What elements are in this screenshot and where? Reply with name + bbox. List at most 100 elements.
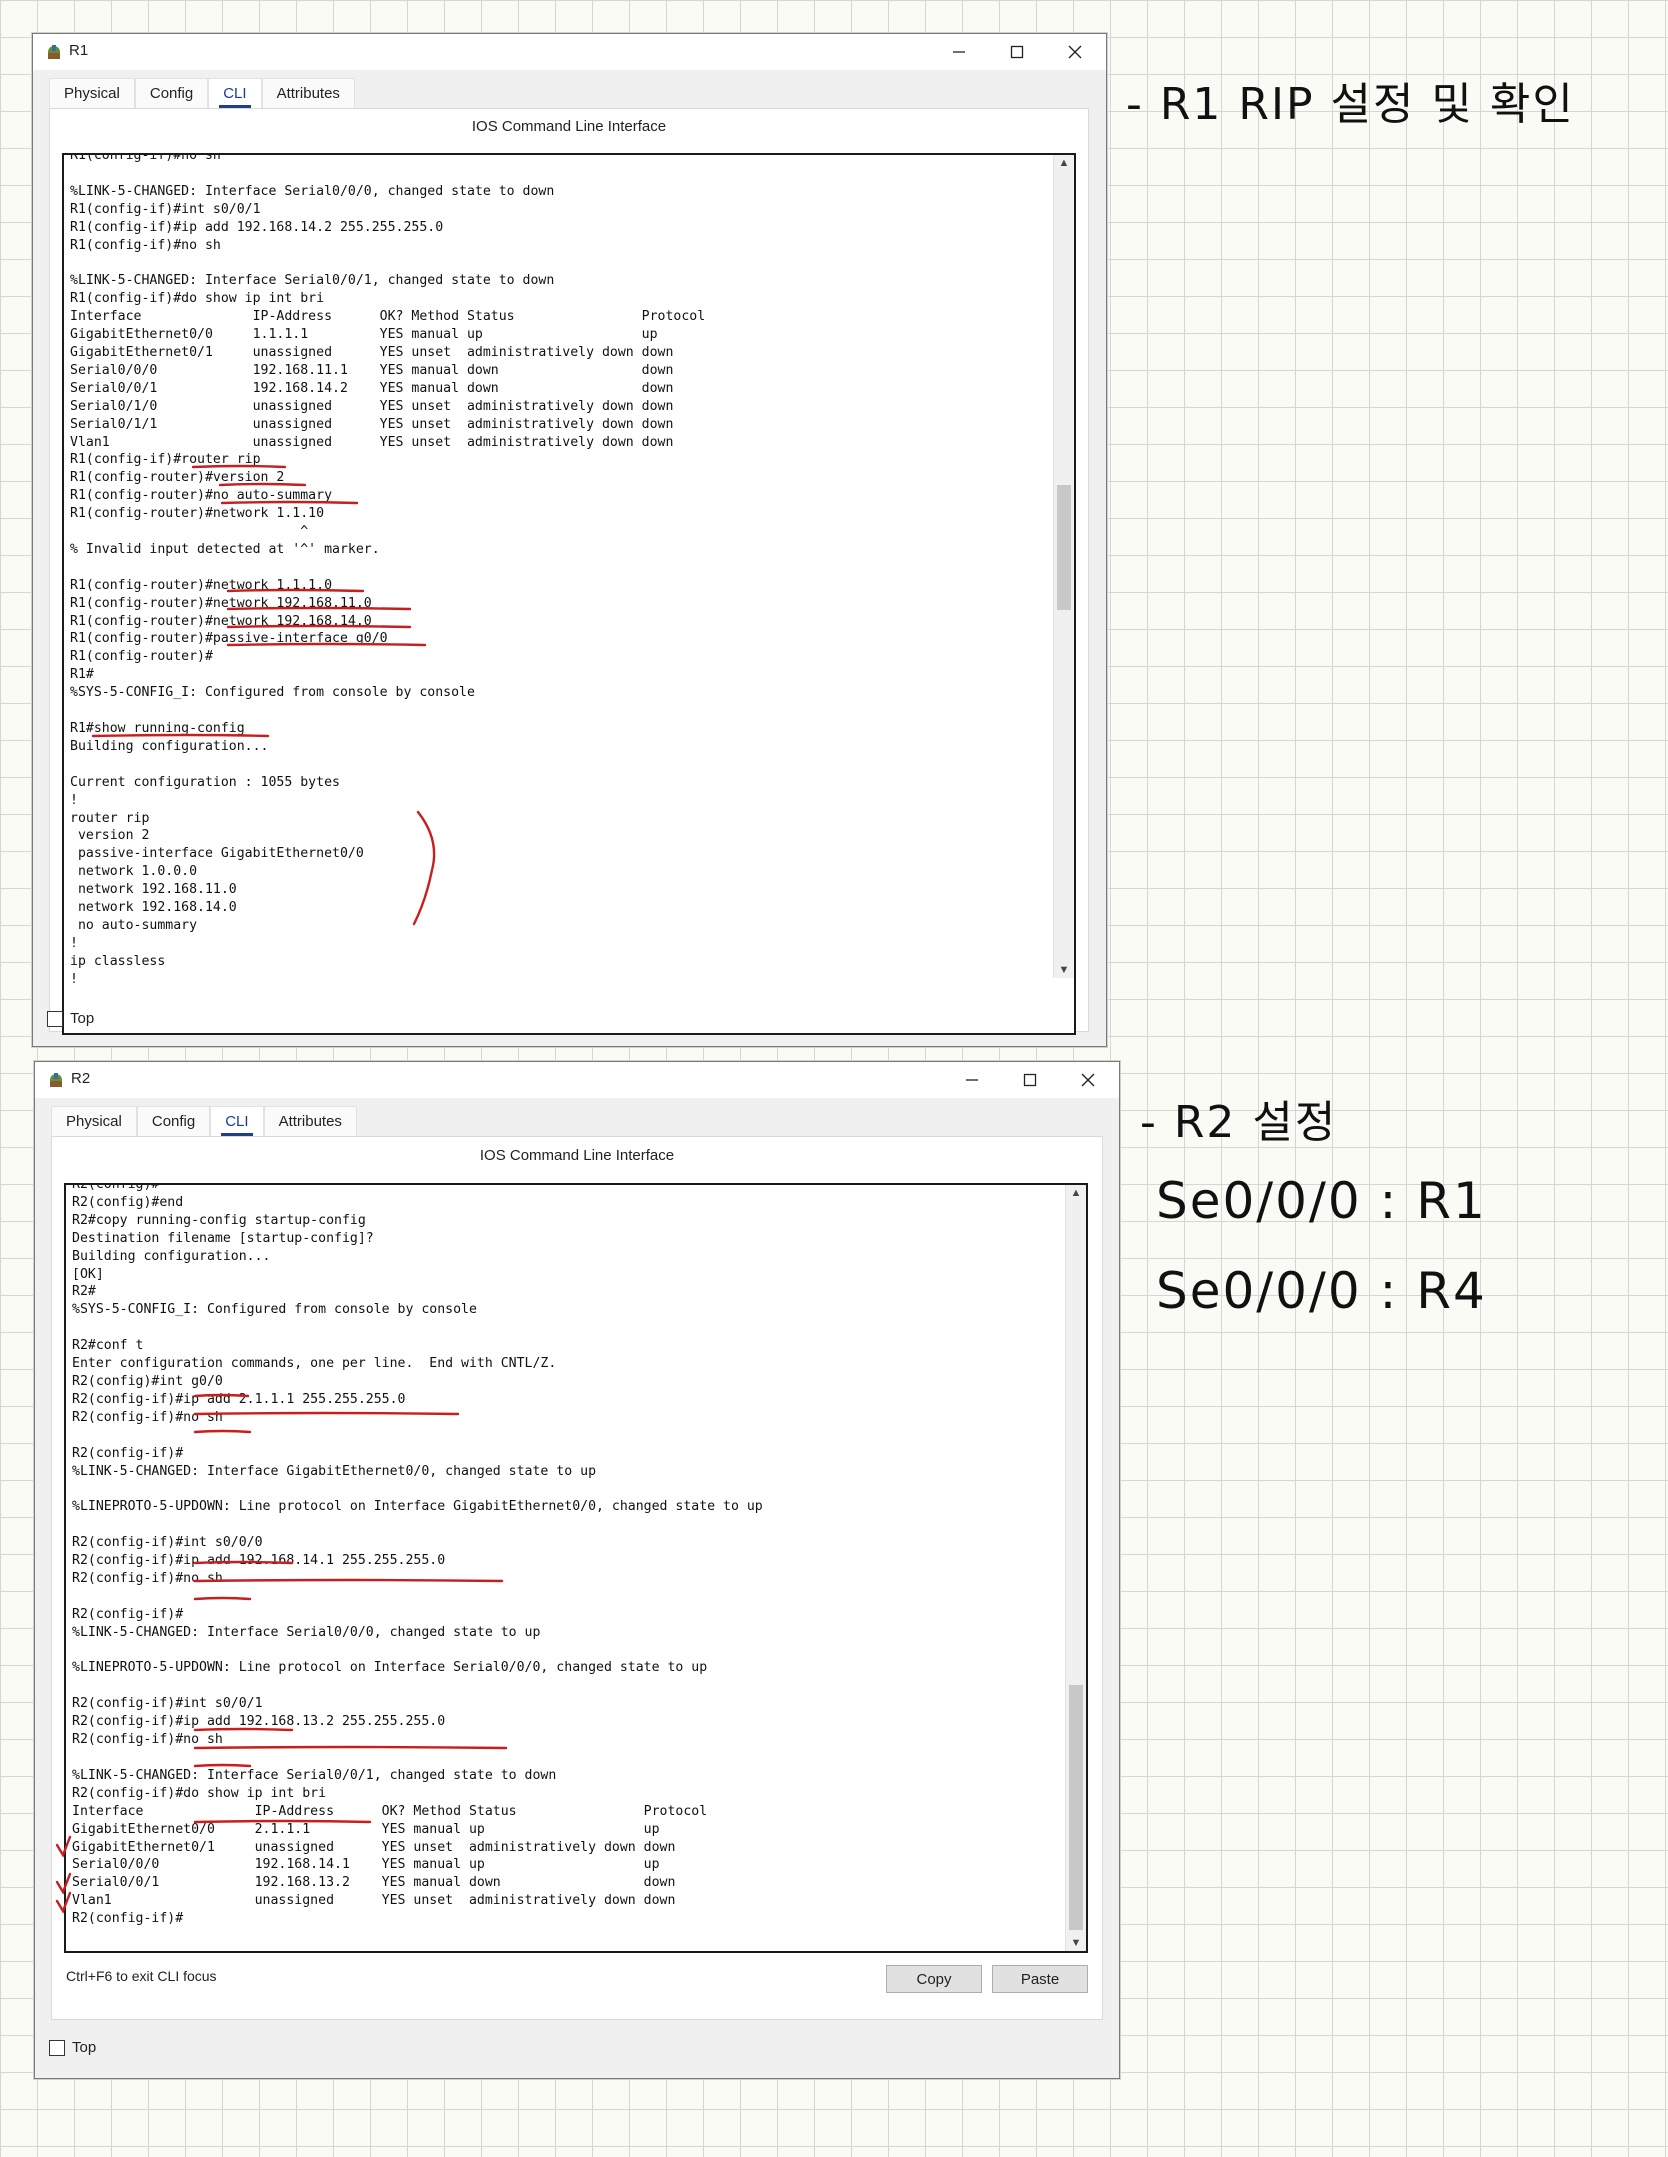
r1-scroll-thumb[interactable] bbox=[1057, 485, 1071, 610]
scroll-up-icon[interactable]: ▲ bbox=[1066, 1187, 1086, 1199]
r1-cli-line: network 1.0.0.0 bbox=[70, 864, 198, 880]
r2-window-title: R2 bbox=[71, 1070, 91, 1087]
r2-cli-line: Vlan1 unassigned YES unset administrativ… bbox=[72, 1893, 676, 1909]
r1-cli-line: R1(config-if)#no sh bbox=[70, 237, 221, 253]
r2-cli-line: R2(config-if)#ip add 192.168.13.2 255.25… bbox=[72, 1714, 446, 1730]
tab-cli[interactable]: CLI bbox=[208, 78, 262, 109]
r1-cli-line: passive-interface GigabitEthernet0/0 bbox=[70, 846, 364, 862]
paste-button[interactable]: Paste bbox=[992, 1965, 1088, 1993]
r2-cli-line: %LINEPROTO-5-UPDOWN: Line protocol on In… bbox=[72, 1660, 708, 1676]
r1-cli-line: R1(config-if)#ip add 192.168.14.2 255.25… bbox=[70, 219, 444, 235]
r1-cli-line: R1(config-router)#network 1.1.10 bbox=[70, 506, 325, 522]
tab-physical[interactable]: Physical bbox=[51, 1106, 137, 1137]
close-icon bbox=[1068, 45, 1082, 59]
r1-cli-line: ! bbox=[70, 792, 78, 808]
r1-cli-terminal[interactable]: R1(config-if)#no sh %LINK-5-CHANGED: Int… bbox=[62, 153, 1076, 1035]
r1-cli-line: Serial0/0/1 192.168.14.2 YES manual down… bbox=[70, 380, 674, 396]
top-label: Top bbox=[72, 2039, 97, 2056]
r1-cli-line: ! bbox=[70, 971, 78, 987]
tab-config[interactable]: Config bbox=[134, 78, 209, 109]
r2-tab-bar: Physical Config CLI Attributes bbox=[51, 1106, 357, 1137]
r1-cli-line: Interface IP-Address OK? Method Status P… bbox=[70, 309, 706, 325]
tab-config[interactable]: Config bbox=[136, 1106, 211, 1137]
scroll-down-icon[interactable]: ▼ bbox=[1066, 1937, 1086, 1949]
r2-cli-line: Serial0/0/0 192.168.14.1 YES manual up u… bbox=[72, 1857, 660, 1873]
r1-cli-line: Vlan1 unassigned YES unset administrativ… bbox=[70, 434, 674, 450]
tab-attributes[interactable]: Attributes bbox=[263, 1106, 357, 1137]
r1-cli-line: % Invalid input detected at '^' marker. bbox=[70, 541, 380, 557]
r1-cli-line: R1(config-router)#version 2 bbox=[70, 470, 285, 486]
r2-window: R2 Physical Config CLI Attributes IOS Co… bbox=[34, 1061, 1120, 2079]
r2-cli-line: R2(config-if)#no sh bbox=[72, 1409, 223, 1425]
r2-cli-line: %LINEPROTO-5-UPDOWN: Line protocol on In… bbox=[72, 1499, 763, 1515]
copy-button[interactable]: Copy bbox=[886, 1965, 982, 1993]
r2-cli-line: R2(config-if)#no sh bbox=[72, 1732, 223, 1748]
r2-cli-line: R2#conf t bbox=[72, 1338, 144, 1354]
r2-top-checkbox[interactable]: Top bbox=[49, 2039, 96, 2056]
r2-note-line1: Se0/0/0 : R1 bbox=[1156, 1172, 1487, 1230]
r2-cli-line: R2(config-if)#int s0/0/1 bbox=[72, 1696, 263, 1712]
r2-titlebar[interactable]: R2 bbox=[35, 1062, 1119, 1098]
cli-focus-hint: Ctrl+F6 to exit CLI focus bbox=[66, 1968, 217, 1984]
r1-cli-line: R1(config-if)#do show ip int bri bbox=[70, 291, 325, 307]
r1-cli-line: Building configuration... bbox=[70, 738, 269, 754]
r1-handwritten-note: - R1 RIP 설정 및 확인 bbox=[1126, 79, 1575, 130]
r1-cli-line: R1(config-router)# bbox=[70, 649, 213, 665]
checkbox-box[interactable] bbox=[47, 1010, 63, 1027]
checkbox-box[interactable] bbox=[49, 2039, 65, 2056]
top-label: Top bbox=[70, 1010, 95, 1027]
r2-scrollbar[interactable]: ▲ ▼ bbox=[1065, 1185, 1086, 1951]
r2-cli-line: R2(config-if)#ip add 2.1.1.1 255.255.255… bbox=[72, 1391, 406, 1407]
r1-cli-line: R1(config-router)#network 192.168.14.0 bbox=[70, 613, 372, 629]
scroll-up-icon[interactable]: ▲ bbox=[1054, 157, 1074, 169]
r1-cli-line: %LINK-5-CHANGED: Interface Serial0/0/0, … bbox=[70, 183, 555, 199]
r1-cli-line: Serial0/1/1 unassigned YES unset adminis… bbox=[70, 416, 674, 432]
r2-cli-line: GigabitEthernet0/0 2.1.1.1 YES manual up… bbox=[72, 1821, 660, 1837]
r2-cli-line: %SYS-5-CONFIG_I: Configured from console… bbox=[72, 1302, 477, 1318]
minimize-button[interactable] bbox=[936, 38, 982, 66]
r2-panel-title: IOS Command Line Interface bbox=[479, 1147, 675, 1164]
r2-cli-line: %LINK-5-CHANGED: Interface Serial0/0/0, … bbox=[72, 1624, 541, 1640]
r2-cli-line: R2(config-if)# bbox=[72, 1911, 184, 1927]
r1-cli-line: R1(config-router)#passive-interface g0/0 bbox=[70, 631, 388, 647]
close-button[interactable] bbox=[1052, 38, 1098, 66]
scroll-down-icon[interactable]: ▼ bbox=[1054, 964, 1074, 976]
r2-cli-line: %LINK-5-CHANGED: Interface GigabitEthern… bbox=[72, 1463, 597, 1479]
r2-cli-output: R2(config)# R2(config)#end R2#copy runni… bbox=[72, 1185, 763, 1928]
r2-scroll-thumb[interactable] bbox=[1069, 1685, 1083, 1930]
r1-scrollbar[interactable]: ▲ ▼ bbox=[1053, 155, 1074, 978]
r1-window-title: R1 bbox=[69, 42, 89, 59]
maximize-button[interactable] bbox=[994, 38, 1040, 66]
r2-cli-line: R2(config-if)# bbox=[72, 1606, 184, 1622]
minimize-button[interactable] bbox=[949, 1066, 995, 1094]
r1-cli-line: ^ bbox=[70, 524, 309, 540]
r1-cli-line: version 2 bbox=[70, 828, 150, 844]
tab-attributes[interactable]: Attributes bbox=[261, 78, 355, 109]
r2-cli-line: Destination filename [startup-config]? bbox=[72, 1230, 374, 1246]
tab-physical[interactable]: Physical bbox=[49, 78, 135, 109]
r2-cli-line: R2(config-if)#int s0/0/0 bbox=[72, 1535, 263, 1551]
r1-cli-line: Serial0/0/0 192.168.11.1 YES manual down… bbox=[70, 362, 674, 378]
r2-cli-line: R2(config)#end bbox=[72, 1194, 184, 1210]
r1-cli-line: R1#show running-config bbox=[70, 721, 245, 736]
r1-top-checkbox[interactable]: Top bbox=[47, 1010, 94, 1027]
tab-cli[interactable]: CLI bbox=[210, 1106, 264, 1137]
r2-cli-line: Enter configuration commands, one per li… bbox=[72, 1356, 557, 1372]
r2-cli-terminal[interactable]: R2(config)# R2(config)#end R2#copy runni… bbox=[64, 1183, 1088, 1953]
maximize-icon bbox=[1023, 1073, 1037, 1087]
r1-cli-line: R1(config-router)#network 192.168.11.0 bbox=[70, 595, 372, 611]
r1-cli-line: ! bbox=[70, 935, 78, 951]
maximize-button[interactable] bbox=[1007, 1066, 1053, 1094]
r1-cli-line: Current configuration : 1055 bytes bbox=[70, 774, 340, 790]
maximize-icon bbox=[1010, 45, 1024, 59]
r1-cli-line: R1(config-router)#no auto-summary bbox=[70, 488, 333, 504]
r2-cli-line: [OK] bbox=[72, 1266, 104, 1282]
r1-cli-line: %SYS-5-CONFIG_I: Configured from console… bbox=[70, 685, 475, 701]
r1-tab-bar: Physical Config CLI Attributes bbox=[49, 78, 355, 109]
r2-cli-line: Building configuration... bbox=[72, 1248, 271, 1264]
r1-cli-line: R1(config-router)#network 1.1.1.0 bbox=[70, 577, 333, 593]
r1-window: R1 Physical Config CLI Attributes IOS Co… bbox=[32, 33, 1107, 1047]
close-button[interactable] bbox=[1065, 1066, 1111, 1094]
r1-titlebar[interactable]: R1 bbox=[33, 34, 1106, 70]
r1-cli-line: no auto-summary bbox=[70, 917, 198, 933]
